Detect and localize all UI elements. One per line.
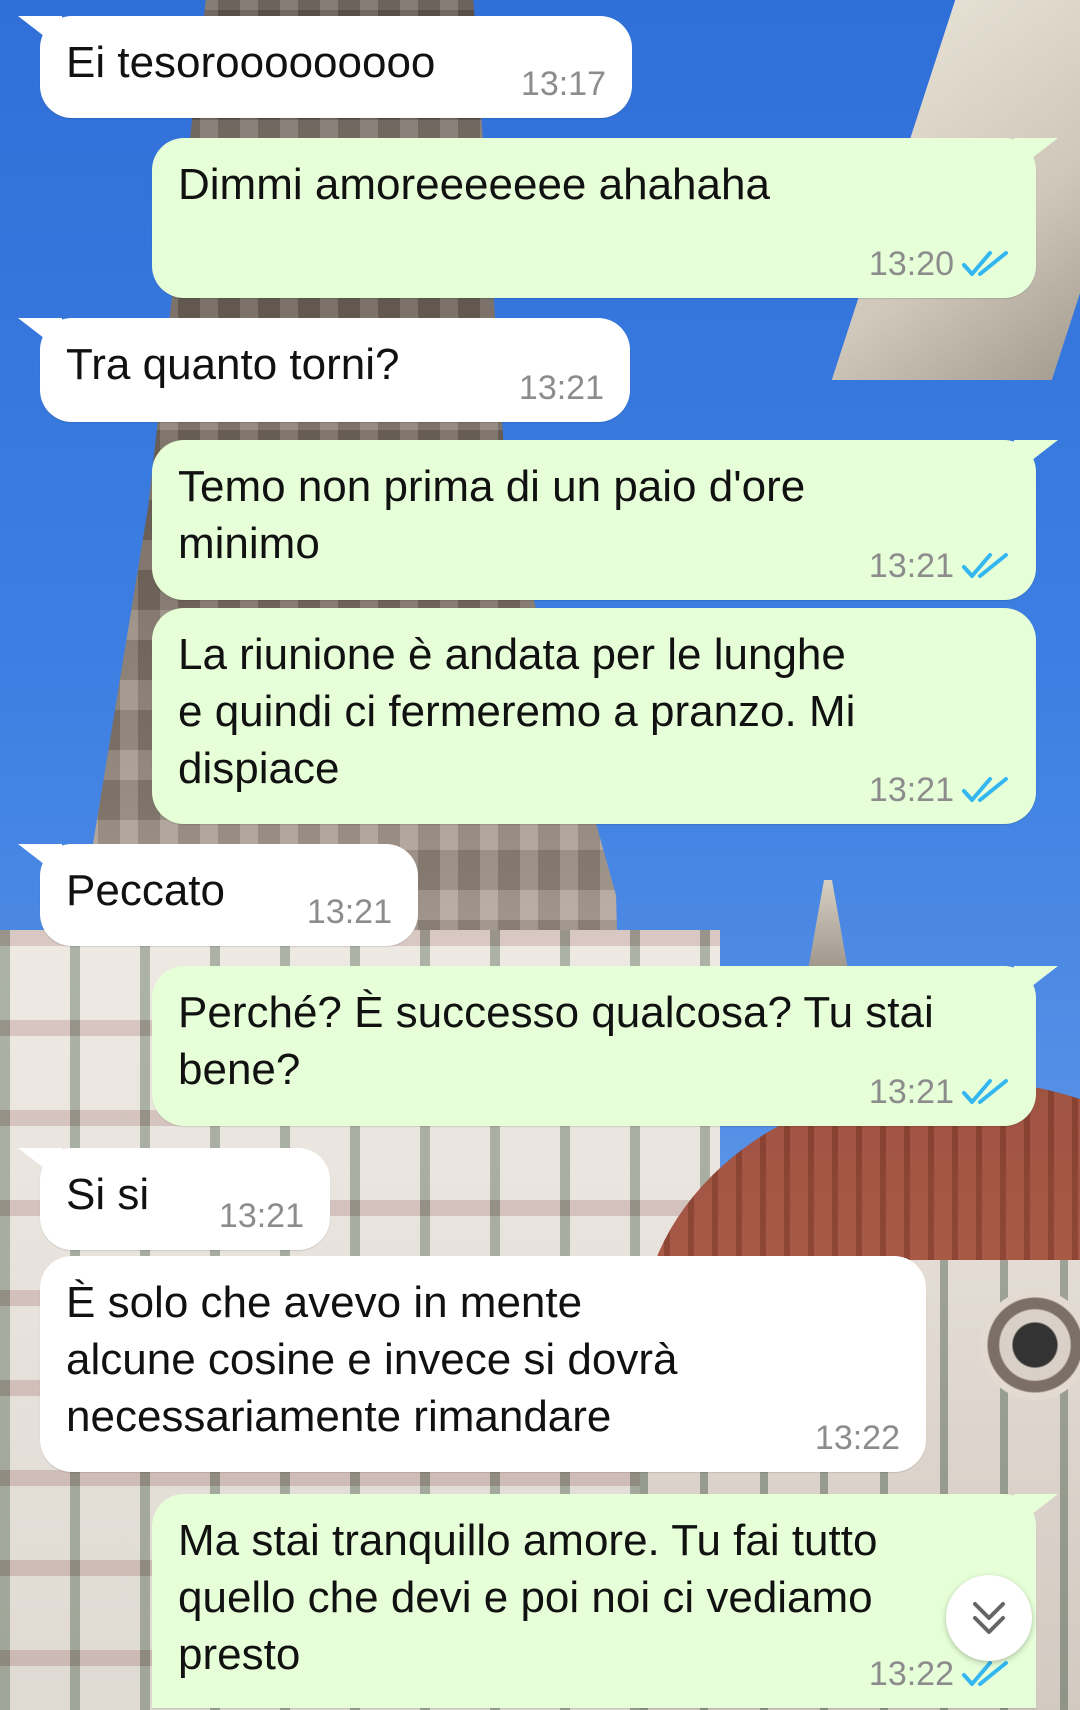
message-list[interactable]: Ei tesorooooooooo 13:17 Dimmi amoreeeeee… [0, 0, 1080, 1710]
double-check-read-icon [962, 553, 1008, 578]
message-meta: 13:21 [869, 770, 1010, 810]
message-bubble-incoming[interactable]: Tra quanto torni? 13:21 [40, 318, 630, 422]
message-bubble-incoming[interactable]: Ei tesorooooooooo 13:17 [40, 16, 632, 118]
message-bubble-outgoing[interactable]: Perché? È successo qualcosa? Tu stai ben… [152, 966, 1036, 1126]
message-meta: 13:17 [521, 64, 606, 104]
message-time: 13:20 [868, 245, 954, 283]
message-time: 13:21 [306, 893, 392, 931]
message-meta: 13:22 [815, 1418, 900, 1458]
message-time: 13:17 [520, 65, 606, 103]
message-meta: 13:21 [519, 368, 604, 408]
message-time: 13:21 [518, 369, 604, 407]
double-check-read-icon [962, 777, 1008, 802]
message-bubble-outgoing[interactable]: La riunione è andata per le lunghe e qui… [152, 608, 1036, 824]
double-chevron-down-icon [973, 1602, 1005, 1634]
message-meta: 13:21 [307, 892, 392, 932]
message-meta: 13:21 [219, 1196, 304, 1236]
double-check-read-icon [962, 251, 1008, 276]
message-bubble-incoming[interactable]: Si si 13:21 [40, 1148, 330, 1250]
message-bubble-outgoing[interactable]: Ma stai tranquillo amore. Tu fai tutto q… [152, 1494, 1036, 1708]
message-meta: 13:21 [869, 1072, 1010, 1112]
message-meta: 13:20 [869, 244, 1010, 284]
message-bubble-incoming[interactable]: È solo che avevo in mente alcune cosine … [40, 1256, 926, 1472]
message-bubble-outgoing[interactable]: Dimmi amoreeeeeee ahahaha 13:20 [152, 138, 1036, 298]
message-time: 13:22 [814, 1419, 900, 1457]
double-check-read-icon [962, 1079, 1008, 1104]
message-time: 13:21 [868, 771, 954, 809]
message-bubble-outgoing[interactable]: Temo non prima di un paio d'ore minimo 1… [152, 440, 1036, 600]
message-bubble-incoming[interactable]: Peccato 13:21 [40, 844, 418, 946]
message-time: 13:22 [868, 1655, 954, 1693]
double-check-read-icon [962, 1661, 1008, 1686]
message-time: 13:21 [218, 1197, 304, 1235]
message-time: 13:21 [868, 547, 954, 585]
message-text: Dimmi amoreeeeeee ahahaha [178, 160, 770, 209]
message-meta: 13:21 [869, 546, 1010, 586]
message-time: 13:21 [868, 1073, 954, 1111]
message-text: È solo che avevo in mente alcune cosine … [66, 1278, 678, 1441]
scroll-to-bottom-button[interactable] [946, 1575, 1032, 1661]
